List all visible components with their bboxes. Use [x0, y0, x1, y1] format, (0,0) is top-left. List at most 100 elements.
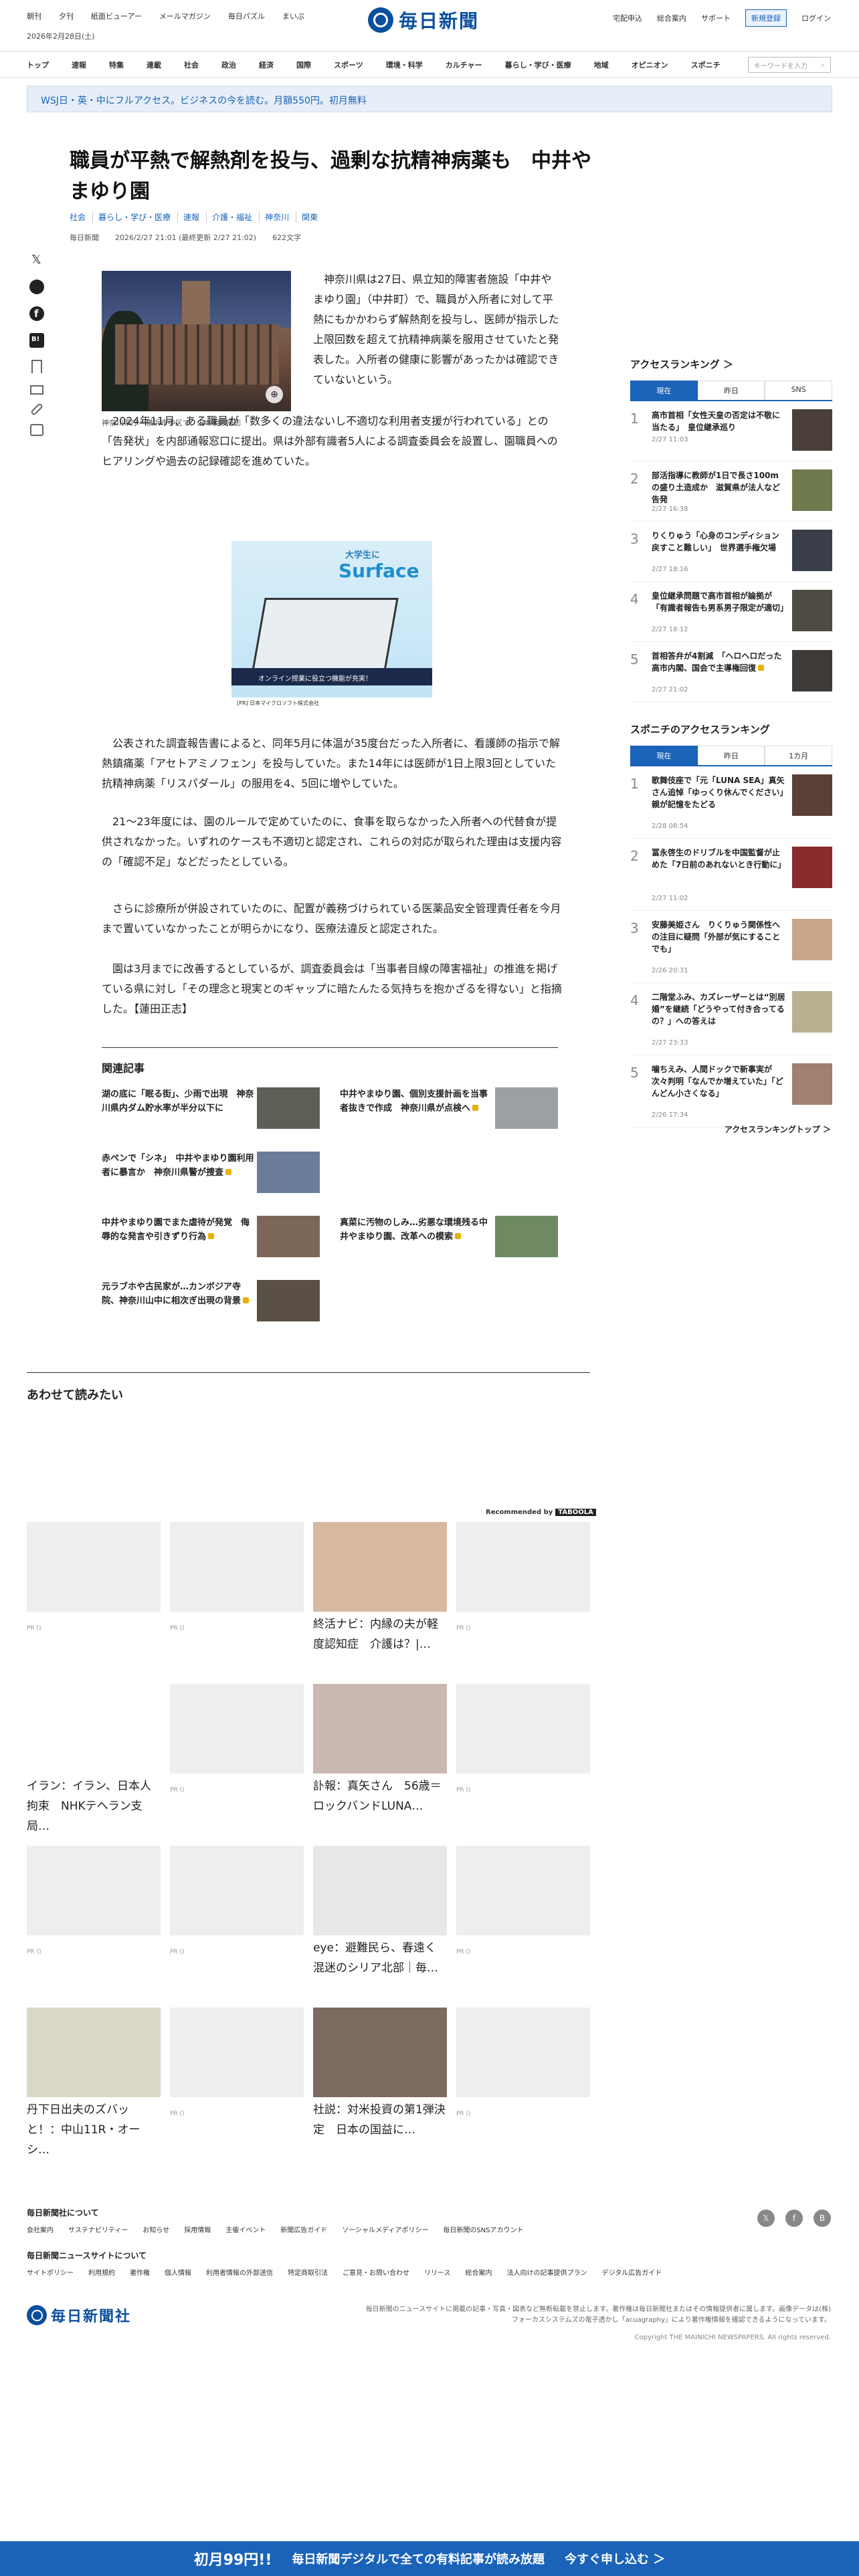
surface-ad[interactable]: 大学生に Surface オンライン授業に役立つ機能が充実！ [PR] 日本マイ… [231, 541, 432, 708]
x-share-icon[interactable] [29, 253, 44, 267]
footer-link[interactable]: 法人向けの記事提供プラン [507, 2267, 587, 2277]
recommendation-card[interactable]: 丹下日出夫のズバッと！：中山11R・オーシ… [27, 2008, 161, 2160]
recommendation-card[interactable]: PR () [456, 1522, 590, 1632]
nav-item-society[interactable]: 社会 [184, 60, 199, 70]
ranking-item[interactable]: 2 冨永啓生のドリブルを中国監督が止めた「7日前のあれないとき行動に」 2/27… [630, 839, 832, 911]
tag-kanto[interactable]: 関東 [302, 211, 324, 223]
bookmark-icon[interactable] [31, 360, 42, 373]
footer-link[interactable]: 個人情報 [165, 2267, 191, 2277]
delivery-link[interactable]: 宅配申込 [613, 13, 642, 23]
hatena-bookmark-icon[interactable] [29, 333, 44, 348]
tab-sns[interactable]: SNS [765, 381, 833, 400]
footer-link[interactable]: リリース [424, 2267, 451, 2277]
tag-life[interactable]: 暮らし・学び・医療 [98, 211, 179, 223]
article-photo[interactable]: ⊕ [102, 271, 291, 411]
tab-month[interactable]: 1カ月 [765, 746, 833, 765]
support-link[interactable]: サポート [701, 13, 731, 23]
footer-link[interactable]: 毎日新聞のSNSアカウント [443, 2224, 523, 2234]
ranking-item[interactable]: 1 高市首相「女性天皇の否定は不敬に当たる」 皇位継承巡り 2/27 11:03 [630, 401, 832, 461]
footer-link[interactable]: 利用者情報の外部送信 [206, 2267, 273, 2277]
mail-icon[interactable] [30, 385, 43, 395]
footer-link[interactable]: 会社案内 [27, 2224, 54, 2234]
wsj-promo-banner[interactable]: WSJ日・英・中にフルアクセス。ビジネスの今を読む。月額550円。初月無料 [27, 86, 832, 112]
subscribe-cta[interactable]: 今すぐ申し込む ＞ [565, 2550, 665, 2567]
nav-item-series[interactable]: 連載 [147, 60, 161, 70]
ranking-item[interactable]: 5 噛ちえみ、人間ドックで新事実が次々判明「なんでか増えていた」「どんどん小さく… [630, 1055, 832, 1128]
footer-link[interactable]: サイトポリシー [27, 2267, 74, 2277]
related-item[interactable]: 湖の底に「眠る街」、少雨で出現 神奈川県内ダム貯水率が半分以下に [102, 1087, 320, 1134]
nav-item-sponichi[interactable]: スポニチ [691, 60, 721, 70]
related-item[interactable]: 真菜に汚物のしみ…劣悪な環境残る中井やまゆり園、改革への模索 [340, 1216, 558, 1263]
footer-link[interactable]: 主催イベント [225, 2224, 266, 2234]
nav-item-economy[interactable]: 経済 [259, 60, 274, 70]
nav-item-sports[interactable]: スポーツ [334, 60, 363, 70]
top-link-maipu[interactable]: まいぷ [282, 11, 304, 21]
footer-link[interactable]: 著作権 [130, 2267, 150, 2277]
nav-item-feature[interactable]: 特集 [109, 60, 124, 70]
ranking-item[interactable]: 4 二階堂ふみ、カズレーザーとは“別居婚”を継続「どうやって付き合ってるの？」へ… [630, 983, 832, 1055]
x-icon[interactable]: 𝕏 [757, 2210, 775, 2227]
footer-link[interactable]: お知らせ [142, 2224, 169, 2234]
recommendation-card[interactable]: PR () [456, 2008, 590, 2117]
nav-item-science[interactable]: 環境・科学 [386, 60, 423, 70]
recommendation-card[interactable]: イラン：イラン、日本人拘束 NHKテヘラン支局… [27, 1684, 161, 1836]
nav-item-opinion[interactable]: オピニオン [632, 60, 668, 70]
top-link-puzzle[interactable]: 毎日パズル [228, 11, 265, 21]
nav-item-breaking[interactable]: 速報 [72, 60, 86, 70]
site-logo[interactable]: 毎日新聞 [368, 7, 479, 33]
footer-link[interactable]: デジタル広告ガイド [602, 2267, 662, 2277]
recommendation-card[interactable]: PR () [27, 1522, 161, 1632]
footer-link[interactable]: ご意見・お問い合わせ [343, 2267, 409, 2277]
top-link-viewer[interactable]: 紙面ビューアー [91, 11, 142, 21]
search-icon[interactable]: ⌕ [821, 62, 825, 69]
ranking-title[interactable]: アクセスランキング ＞ [630, 357, 832, 371]
tab-now[interactable]: 現在 [630, 381, 698, 400]
recommendation-card[interactable]: eye：避難民ら、春遠く混迷のシリア北部｜毎… [313, 1846, 447, 1978]
related-item[interactable]: 元ラブホや古民家が…カンボジア寺院、神奈川山中に相次ぎ出現の背景 [102, 1280, 320, 1327]
login-link[interactable]: ログイン [801, 13, 831, 23]
recommendation-card[interactable]: 社説：対米投資の第1弾決定 日本の国益に… [313, 2008, 447, 2140]
ranking-item[interactable]: 3 りくりゅう「心身のコンディション戻すこと難しい」 世界選手権欠場 2/27 … [630, 522, 832, 582]
tag-breaking[interactable]: 速報 [183, 211, 207, 223]
footer-link[interactable]: 利用規約 [88, 2267, 115, 2277]
nav-item-life[interactable]: 暮らし・学び・医療 [505, 60, 571, 70]
recommendation-card[interactable]: 終活ナビ：内縁の夫が軽度認知症 介護は？|… [313, 1522, 447, 1654]
info-link[interactable]: 総合案内 [657, 13, 686, 23]
nav-item-region[interactable]: 地域 [594, 60, 609, 70]
tab-yesterday[interactable]: 昨日 [697, 746, 765, 765]
footer-link[interactable]: 総合案内 [466, 2267, 492, 2277]
zoom-icon[interactable]: ⊕ [266, 386, 283, 403]
top-link-chokan[interactable]: 朝刊 [27, 11, 41, 21]
facebook-icon[interactable]: f [785, 2210, 803, 2227]
ranking-item[interactable]: 4 皇位継承問題で高市首相が論拠が「有識者報告も男系男子限定が適切」 2/27 … [630, 582, 832, 642]
ranking-top-link[interactable]: アクセスランキングトップ ＞ [725, 1123, 831, 1135]
top-link-mail[interactable]: メールマガジン [159, 11, 211, 21]
nav-item-international[interactable]: 国際 [296, 60, 311, 70]
comment-icon[interactable] [29, 280, 44, 294]
footer-link[interactable]: 採用情報 [184, 2224, 211, 2234]
recommendation-card[interactable]: PR () [456, 1846, 590, 1955]
related-item[interactable]: 中井やまゆり園、個別支援計画を当事者抜きで作成 神奈川県が点検へ [340, 1087, 558, 1134]
ranking-item[interactable]: 1 歌舞伎座で「元「LUNA SEA」真矢さん追悼「ゆっくり休んでください」 親… [630, 766, 832, 839]
nav-item-politics[interactable]: 政治 [221, 60, 236, 70]
footer-link[interactable]: ソーシャルメディアポリシー [342, 2224, 428, 2234]
link-copy-icon[interactable] [30, 403, 43, 416]
footer-link[interactable]: 新聞広告ガイド [280, 2224, 327, 2234]
tag-society[interactable]: 社会 [70, 211, 94, 223]
tab-yesterday[interactable]: 昨日 [697, 381, 765, 400]
footer-logo[interactable]: 毎日新聞社 [27, 2304, 131, 2326]
related-item[interactable]: 赤ペンで「シネ」 中井やまゆり園利用者に暴言か 神奈川県警が捜査 [102, 1152, 320, 1198]
recommendation-card[interactable]: PR () [27, 1846, 161, 1955]
ranking-item[interactable]: 2 部活指導に教師が1日で長さ100mの盛り土造成か 滋賀県が法人など告発 2/… [630, 461, 832, 522]
recommendation-card[interactable]: PR () [456, 1684, 590, 1794]
subscribe-bar[interactable]: 初月99円!! 毎日新聞デジタルで全ての有料記事が読み放題 今すぐ申し込む ＞ [0, 2541, 859, 2576]
recommendation-card[interactable]: 訃報：真矢さん 56歳＝ロックバンドLUNA… [313, 1684, 447, 1816]
ranking-item[interactable]: 5 首相答弁が4割減 「ヘロヘロだった高市内閣、国会で主導権回復 2/27 21… [630, 642, 832, 702]
tag-welfare[interactable]: 介護・福祉 [212, 211, 260, 223]
nav-item-culture[interactable]: カルチャー [446, 60, 482, 70]
related-item[interactable]: 中井やまゆり園でまた虐待が発覚 侮辱的な発言や引きずり行為 [102, 1216, 320, 1263]
print-icon[interactable] [30, 424, 43, 436]
recommendation-card[interactable]: PR () [170, 1522, 304, 1632]
hatena-icon[interactable]: B [814, 2210, 831, 2227]
recommendation-card[interactable]: PR () [170, 1846, 304, 1955]
